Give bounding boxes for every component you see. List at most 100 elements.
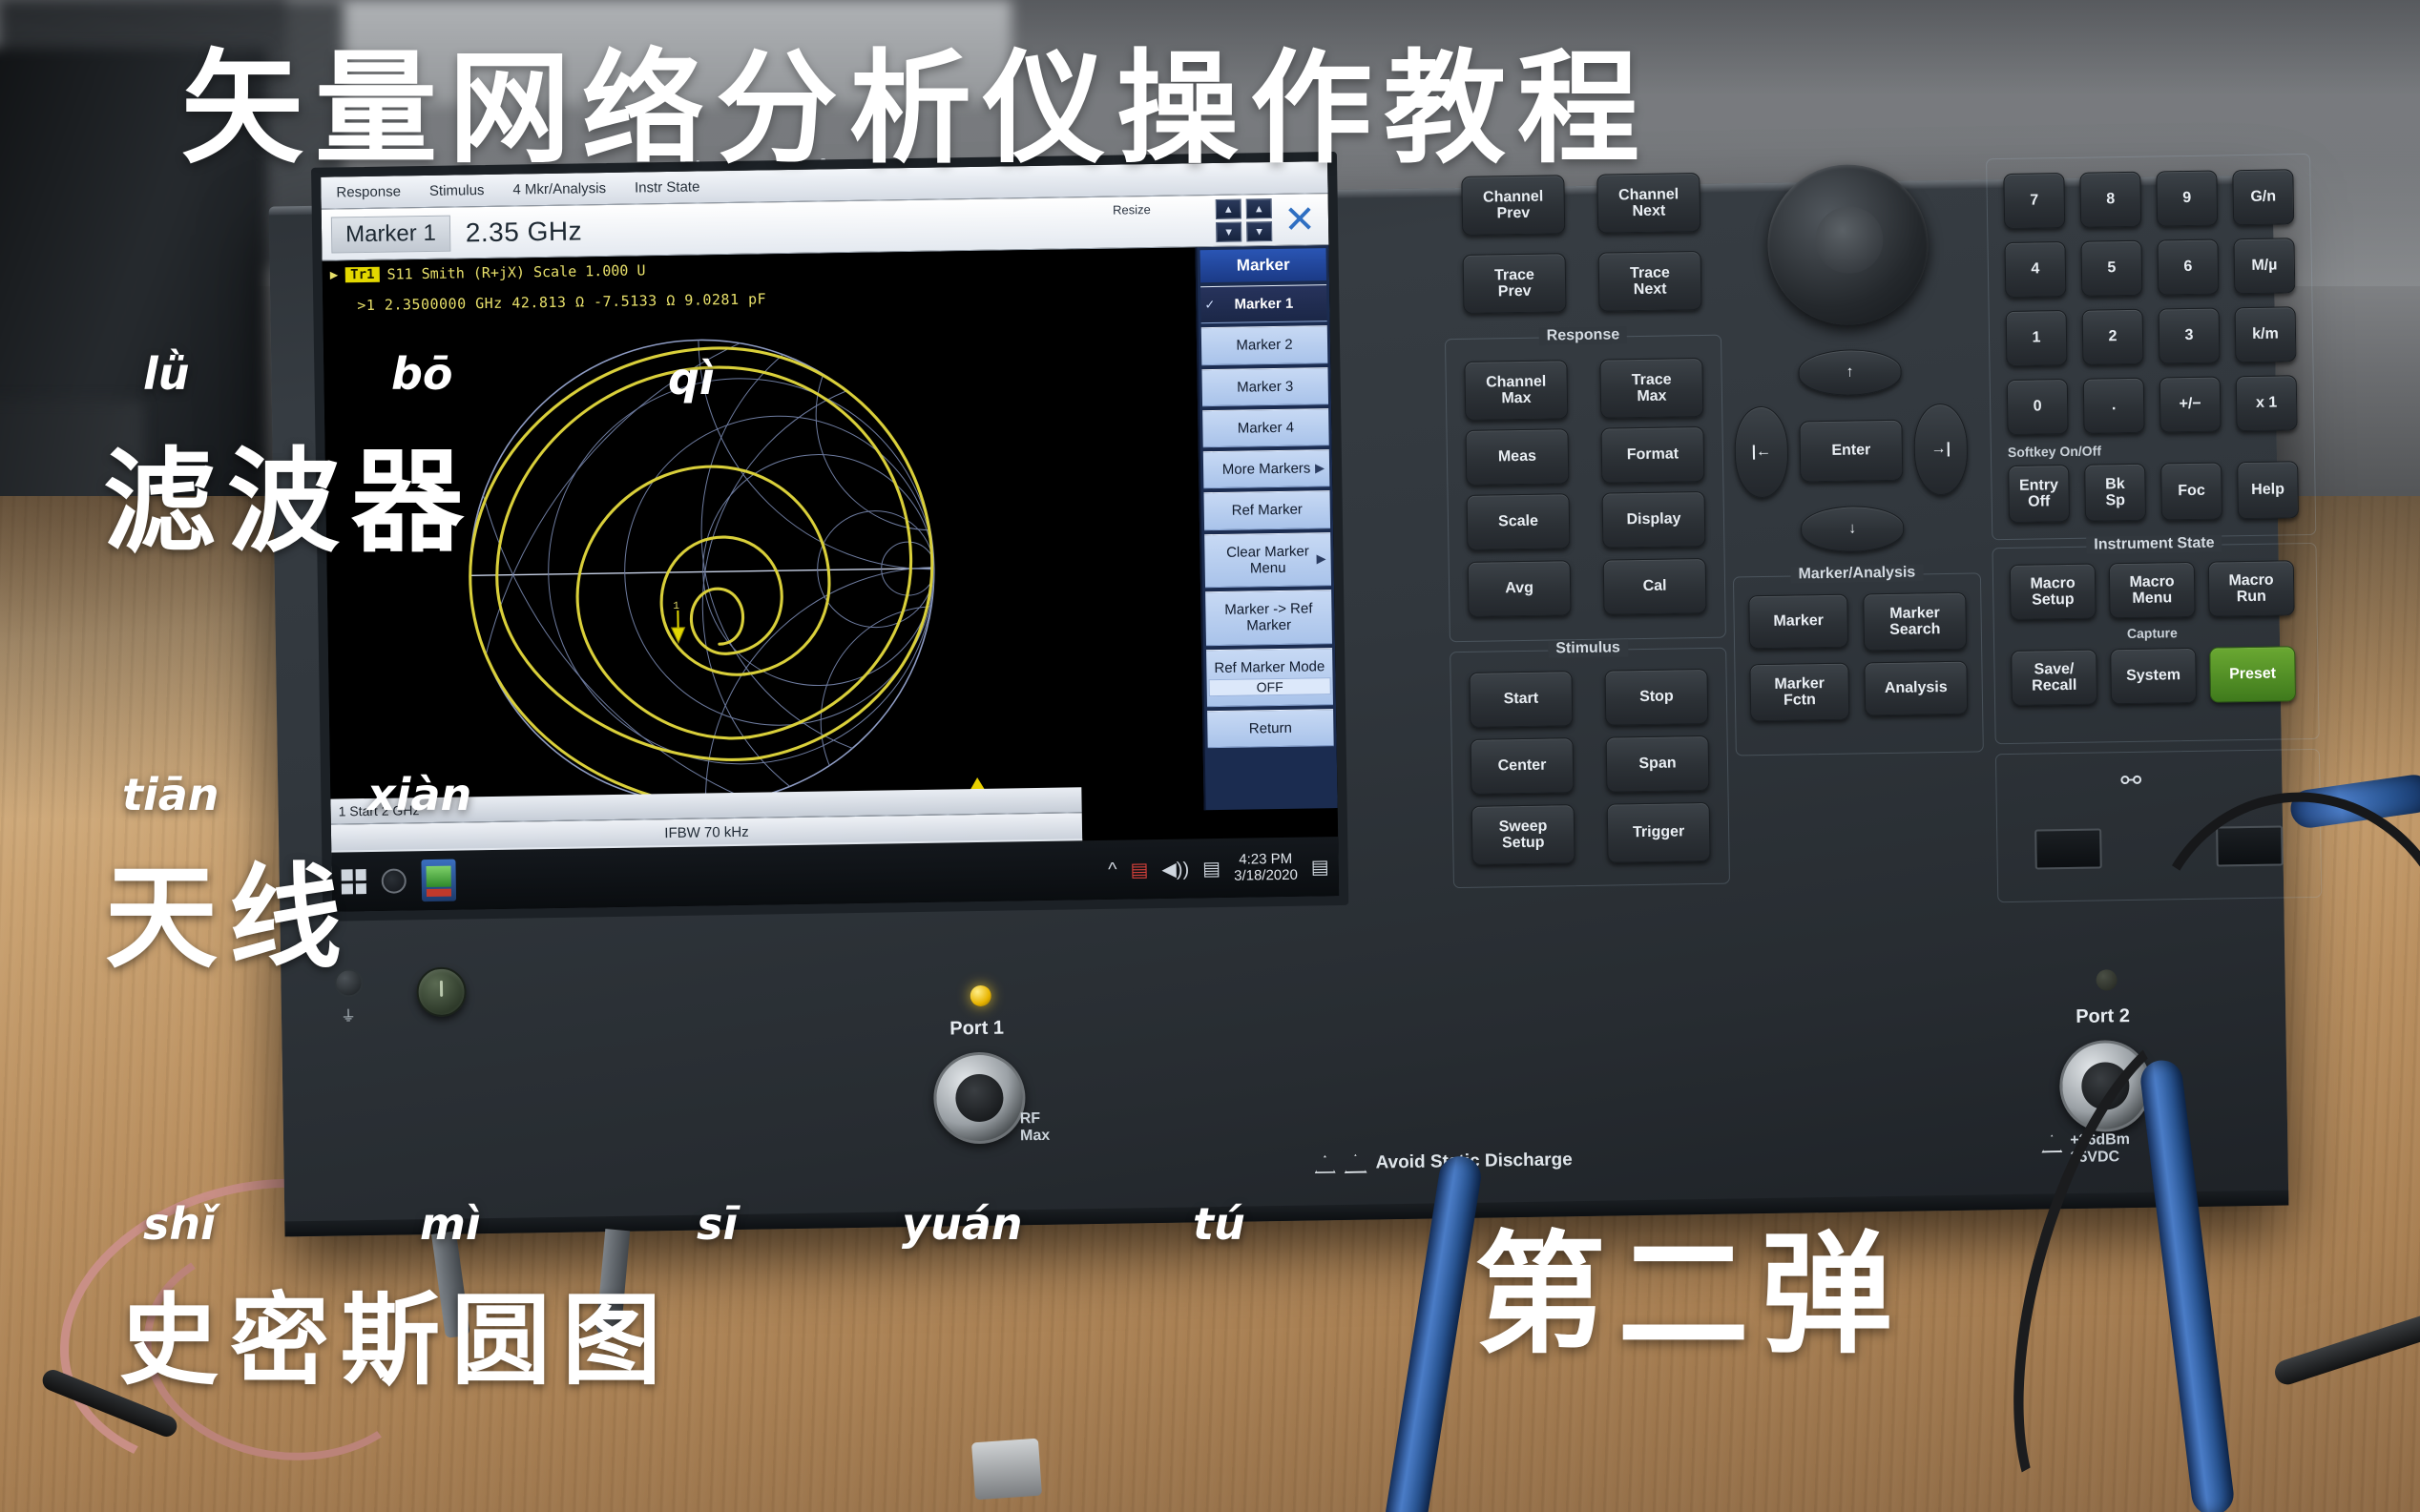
chevron-up-icon[interactable]: ^	[1108, 859, 1117, 880]
close-icon[interactable]: ✕	[1277, 197, 1324, 243]
key-focus[interactable]: Foc	[2160, 462, 2223, 521]
key-macro-setup[interactable]: Macro Setup	[2009, 563, 2097, 620]
softkey-clear-marker-menu[interactable]: Clear Marker Menu ▶	[1204, 531, 1332, 589]
key-cal[interactable]: Cal	[1602, 557, 1707, 615]
key-trigger[interactable]: Trigger	[1606, 801, 1711, 863]
port-1-connector[interactable]	[932, 1051, 1027, 1145]
key-marker-search[interactable]: Marker Search	[1863, 591, 1968, 652]
softkey-label: Marker -> Ref Marker	[1224, 600, 1313, 634]
key-num-6[interactable]: 6	[2157, 238, 2220, 296]
softkey-label: Return	[1248, 719, 1293, 737]
key-channel-max[interactable]: Channel Max	[1464, 360, 1569, 421]
key-trace-max[interactable]: Trace Max	[1599, 357, 1704, 419]
softkey-menu-title: Marker	[1200, 248, 1327, 283]
key-decimal-point[interactable]: .	[2082, 377, 2145, 434]
key-entry-off[interactable]: Entry Off	[2008, 464, 2071, 523]
key-unit-kilo-milli[interactable]: k/m	[2234, 306, 2297, 363]
key-arrow-up[interactable]: ↑	[1798, 348, 1902, 397]
pinyin-si: sī	[697, 1198, 739, 1250]
spinner-down-fine[interactable]: ▼	[1246, 221, 1273, 242]
softkey-marker-4[interactable]: Marker 4	[1202, 407, 1329, 448]
spinner-down-coarse[interactable]: ▼	[1216, 221, 1242, 242]
spinner-up-fine[interactable]: ▲	[1245, 198, 1272, 219]
key-num-8[interactable]: 8	[2079, 171, 2142, 228]
key-center[interactable]: Center	[1470, 737, 1575, 795]
key-arrow-right[interactable]: →|	[1913, 403, 1969, 496]
softkey-more-markers[interactable]: More Markers ▶	[1202, 449, 1330, 489]
marker-entry-value[interactable]: 2.35 GHz	[466, 216, 583, 248]
menu-response[interactable]: Response	[336, 183, 401, 200]
key-backspace[interactable]: Bk Sp	[2084, 463, 2147, 522]
key-analysis[interactable]: Analysis	[1864, 660, 1969, 716]
key-plus-minus[interactable]: +/−	[2159, 376, 2222, 433]
rotary-knob[interactable]	[1766, 163, 1930, 326]
search-icon[interactable]	[381, 868, 407, 894]
key-label: k/m	[2252, 325, 2279, 343]
key-num-1[interactable]: 1	[2005, 309, 2068, 366]
key-stop[interactable]: Stop	[1604, 668, 1709, 726]
entry-spinners[interactable]: ▲ ▼ ▲ ▼ ✕	[1215, 197, 1329, 244]
taskbar-app-icon[interactable]	[421, 859, 457, 902]
key-marker-fctn[interactable]: Marker Fctn	[1749, 662, 1850, 722]
key-num-3[interactable]: 3	[2158, 307, 2221, 364]
key-label: Trigger	[1632, 823, 1685, 841]
spinner-coarse[interactable]: ▲ ▼	[1215, 198, 1242, 242]
taskbar-clock[interactable]: 4:23 PM 3/18/2020	[1234, 850, 1298, 884]
key-meas[interactable]: Meas	[1465, 428, 1570, 486]
key-unit-giga-nano[interactable]: G/n	[2232, 169, 2295, 226]
key-label: Marker	[1773, 612, 1825, 631]
softkey-label: Ref Marker Mode	[1214, 657, 1325, 676]
key-unit-times-one[interactable]: x 1	[2235, 375, 2298, 432]
spinner-fine[interactable]: ▲ ▼	[1245, 198, 1273, 242]
softkey-marker-2[interactable]: Marker 2	[1200, 325, 1328, 365]
key-system[interactable]: System	[2110, 647, 2198, 705]
key-label: 4	[2031, 260, 2040, 278]
warning-triangle-icon-port2	[2041, 1134, 2062, 1152]
key-label: x 1	[2255, 394, 2278, 412]
key-num-4[interactable]: 4	[2004, 240, 2067, 298]
key-trace-next[interactable]: Trace Next	[1597, 250, 1702, 312]
softkey-ref-marker[interactable]: Ref Marker	[1203, 490, 1331, 530]
key-scale[interactable]: Scale	[1466, 493, 1571, 550]
softkey-marker-3[interactable]: Marker 3	[1201, 366, 1329, 406]
key-preset[interactable]: Preset	[2209, 646, 2297, 703]
key-num-7[interactable]: 7	[2003, 172, 2066, 229]
key-enter[interactable]: Enter	[1799, 419, 1904, 483]
key-macro-run[interactable]: Macro Run	[2207, 560, 2295, 617]
key-num-2[interactable]: 2	[2081, 308, 2144, 365]
key-arrow-down[interactable]: ↓	[1800, 505, 1905, 553]
spinner-up-coarse[interactable]: ▲	[1215, 198, 1241, 219]
system-tray[interactable]: ^ ▤ ◀)) ▤ 4:23 PM 3/18/2020 ▤	[1108, 850, 1329, 886]
key-avg[interactable]: Avg	[1467, 560, 1572, 617]
power-button[interactable]	[416, 966, 468, 1018]
key-macro-menu[interactable]: Macro Menu	[2108, 561, 2196, 619]
key-save-recall[interactable]: Save/Recall	[2011, 649, 2098, 706]
volume-icon[interactable]: ◀))	[1161, 857, 1189, 880]
ground-symbol-icon: ⏚	[340, 1008, 357, 1025]
key-arrow-left[interactable]: |←	[1734, 405, 1789, 499]
arrow-up-icon: ↑	[1846, 363, 1854, 381]
action-center-icon[interactable]: ▤	[1202, 856, 1220, 880]
key-display[interactable]: Display	[1601, 490, 1706, 549]
softkey-ref-marker-mode[interactable]: Ref Marker Mode OFF	[1206, 647, 1333, 708]
key-num-0[interactable]: 0	[2006, 378, 2069, 435]
key-marker[interactable]: Marker	[1748, 593, 1849, 650]
key-start[interactable]: Start	[1469, 671, 1574, 728]
key-help[interactable]: Help	[2237, 461, 2300, 520]
key-format[interactable]: Format	[1600, 425, 1705, 484]
softkey-marker-to-ref-marker[interactable]: Marker -> Ref Marker	[1205, 590, 1332, 646]
sma-connector	[970, 1438, 1043, 1501]
key-span[interactable]: Span	[1605, 735, 1710, 793]
key-sweep-setup[interactable]: Sweep Setup	[1471, 804, 1575, 865]
softkey-return[interactable]: Return	[1207, 708, 1334, 749]
key-trace-prev[interactable]: Trace Prev	[1462, 253, 1567, 314]
softkey-marker-1[interactable]: ✓ Marker 1	[1200, 284, 1327, 324]
notifications-icon[interactable]: ▤	[1311, 855, 1329, 879]
network-icon[interactable]: ▤	[1130, 858, 1148, 881]
softkey-onoff-label: Softkey On/Off	[2007, 443, 2102, 460]
softkey-marker-menu[interactable]: Marker ✓ Marker 1 Marker 2 Marker 3 Mark…	[1195, 245, 1338, 811]
usb-port-1[interactable]	[2034, 828, 2102, 870]
key-num-9[interactable]: 9	[2156, 170, 2219, 227]
key-num-5[interactable]: 5	[2080, 239, 2143, 297]
key-unit-mega-micro[interactable]: M/µ	[2233, 238, 2296, 295]
